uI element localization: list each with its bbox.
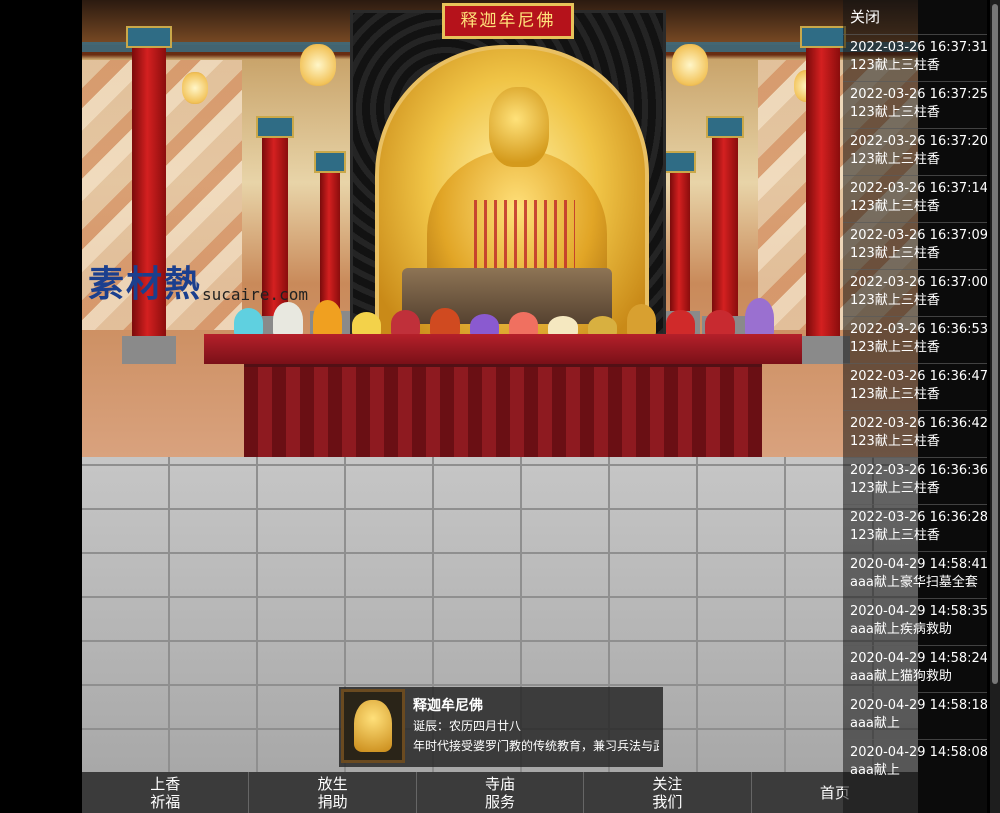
log-time: 2022-03-26 16:37:00 — [850, 275, 987, 290]
log-time: 2022-03-26 16:37:20 — [850, 134, 987, 149]
log-text: 123献上三柱香 — [850, 340, 940, 355]
nav-temple-service[interactable]: 寺庙 服务 — [417, 772, 585, 813]
log-time: 2020-04-29 14:58:18 — [850, 698, 987, 713]
nav-follow-us[interactable]: 关注 我们 — [584, 772, 752, 813]
log-item: 2020-04-29 14:58:24 aaa献上猫狗救助 — [843, 645, 987, 692]
scrollbar-thumb[interactable] — [992, 4, 998, 684]
watermark-url: sucaire.com — [202, 285, 308, 304]
log-item: 2022-03-26 16:36:53 123献上三柱香 — [843, 316, 987, 363]
temple-scene: 释迦牟尼佛 素材熱 sucaire.com — [82, 0, 918, 457]
nav-incense-prayer[interactable]: 上香 祈福 — [82, 772, 250, 813]
log-time: 2022-03-26 16:36:36 — [850, 463, 987, 478]
nav-label: 捐助 — [317, 792, 348, 811]
nav-label: 寺庙 — [485, 774, 516, 793]
offering-log-panel: 关闭 2022-03-26 16:37:31 123献上三柱香 2022-03-26… — [843, 0, 987, 813]
lantern — [672, 44, 708, 86]
log-text: 123献上三柱香 — [850, 481, 940, 496]
log-text: aaa献上 — [850, 763, 900, 778]
log-item: 2022-03-26 16:36:42 123献上三柱香 — [843, 410, 987, 457]
lantern — [182, 72, 208, 104]
buddha-name-sign: 释迦牟尼佛 — [442, 3, 574, 39]
nav-release-donate[interactable]: 放生 捐助 — [249, 772, 417, 813]
pillar — [796, 26, 850, 364]
info-buddha-name: 释迦牟尼佛 — [413, 698, 483, 714]
log-time: 2022-03-26 16:37:31 — [850, 40, 987, 55]
log-item: 2022-03-26 16:36:47 123献上三柱香 — [843, 363, 987, 410]
pillar — [310, 151, 350, 339]
nav-label: 我们 — [652, 792, 683, 811]
nav-label: 祈福 — [150, 792, 181, 811]
log-time: 2020-04-29 14:58:35 — [850, 604, 987, 619]
log-item: 2020-04-29 14:58:18 aaa献上 — [843, 692, 987, 739]
flower-offering-icon — [744, 298, 774, 338]
log-item: 2022-03-26 16:37:31 123献上三柱香 — [843, 34, 987, 81]
page-scrollbar[interactable] — [990, 0, 1000, 813]
log-text: 123献上三柱香 — [850, 387, 940, 402]
log-text: 123献上三柱香 — [850, 434, 940, 449]
log-item: 2022-03-26 16:37:20 123献上三柱香 — [843, 128, 987, 175]
log-item: 2020-04-29 14:58:41 aaa献上豪华扫墓全套 — [843, 551, 987, 598]
temple-app: 释迦牟尼佛 素材熱 sucaire.com 释迦牟尼佛 诞辰：农历四月廿八 年时… — [82, 0, 918, 813]
log-time: 2022-03-26 16:37:14 — [850, 181, 987, 196]
log-time: 2020-04-29 14:58:08 — [850, 745, 987, 760]
buddha-info-card[interactable]: 释迦牟尼佛 诞辰：农历四月廿八 年时代接受婆罗门教的传统教育，兼习兵法与武 — [339, 687, 663, 767]
lantern — [300, 44, 336, 86]
log-text: aaa献上猫狗救助 — [850, 669, 952, 684]
candle-icon — [626, 304, 657, 338]
log-text: aaa献上 — [850, 716, 900, 731]
log-text: 123献上三柱香 — [850, 528, 940, 543]
log-time: 2022-03-26 16:36:28 — [850, 510, 987, 525]
log-time: 2022-03-26 16:36:53 — [850, 322, 987, 337]
log-item: 2020-04-29 14:58:08 aaa献上 — [843, 739, 987, 786]
log-text: 123献上三柱香 — [850, 58, 940, 73]
log-time: 2022-03-26 16:37:09 — [850, 228, 987, 243]
log-time: 2022-03-26 16:36:42 — [850, 416, 987, 431]
table-top — [204, 334, 802, 364]
flower-offering-icon — [273, 302, 303, 338]
log-item: 2022-03-26 16:37:00 123献上三柱香 — [843, 269, 987, 316]
log-time: 2022-03-26 16:36:47 — [850, 369, 987, 384]
pillar — [702, 116, 748, 344]
log-item: 2020-04-29 14:58:35 aaa献上疾病救助 — [843, 598, 987, 645]
log-time: 2022-03-26 16:37:25 — [850, 87, 987, 102]
watermark-logo: 素材熱 — [88, 263, 203, 305]
nav-label: 上香 — [150, 774, 181, 793]
log-text: aaa献上疾病救助 — [850, 622, 952, 637]
log-time: 2020-04-29 14:58:41 — [850, 557, 987, 572]
log-item: 2022-03-26 16:36:36 123献上三柱香 — [843, 457, 987, 504]
info-birthday: 诞辰：农历四月廿八 — [413, 719, 522, 733]
log-item: 2022-03-26 16:37:09 123献上三柱香 — [843, 222, 987, 269]
bottom-nav: 上香 祈福 放生 捐助 寺庙 服务 关注 我们 首页 — [82, 772, 918, 813]
log-text: 123献上三柱香 — [850, 246, 940, 261]
nav-label: 放生 — [317, 774, 348, 793]
log-text: 123献上三柱香 — [850, 105, 940, 120]
log-text: aaa献上豪华扫墓全套 — [850, 575, 978, 590]
log-text: 123献上三柱香 — [850, 199, 940, 214]
nav-label: 关注 — [652, 774, 683, 793]
buddha-thumbnail — [341, 689, 405, 763]
offering-table — [204, 298, 802, 457]
close-button[interactable]: 关闭 — [843, 0, 987, 34]
pillar — [660, 151, 700, 339]
offerings — [234, 298, 774, 338]
info-description: 年时代接受婆罗门教的传统教育，兼习兵法与武 — [413, 739, 659, 753]
table-body — [244, 364, 762, 457]
log-item: 2022-03-26 16:36:28 123献上三柱香 — [843, 504, 987, 551]
log-item: 2022-03-26 16:37:25 123献上三柱香 — [843, 81, 987, 128]
log-item: 2022-03-26 16:37:14 123献上三柱香 — [843, 175, 987, 222]
log-text: 123献上三柱香 — [850, 152, 940, 167]
nav-label: 服务 — [485, 792, 516, 811]
offering-log-list: 2022-03-26 16:37:31 123献上三柱香 2022-03-26 16… — [843, 34, 987, 786]
log-time: 2020-04-29 14:58:24 — [850, 651, 987, 666]
buddha-icon — [354, 700, 392, 752]
buddha-statue-head — [489, 87, 549, 167]
flower-offering-icon — [312, 300, 342, 338]
log-text: 123献上三柱香 — [850, 293, 940, 308]
